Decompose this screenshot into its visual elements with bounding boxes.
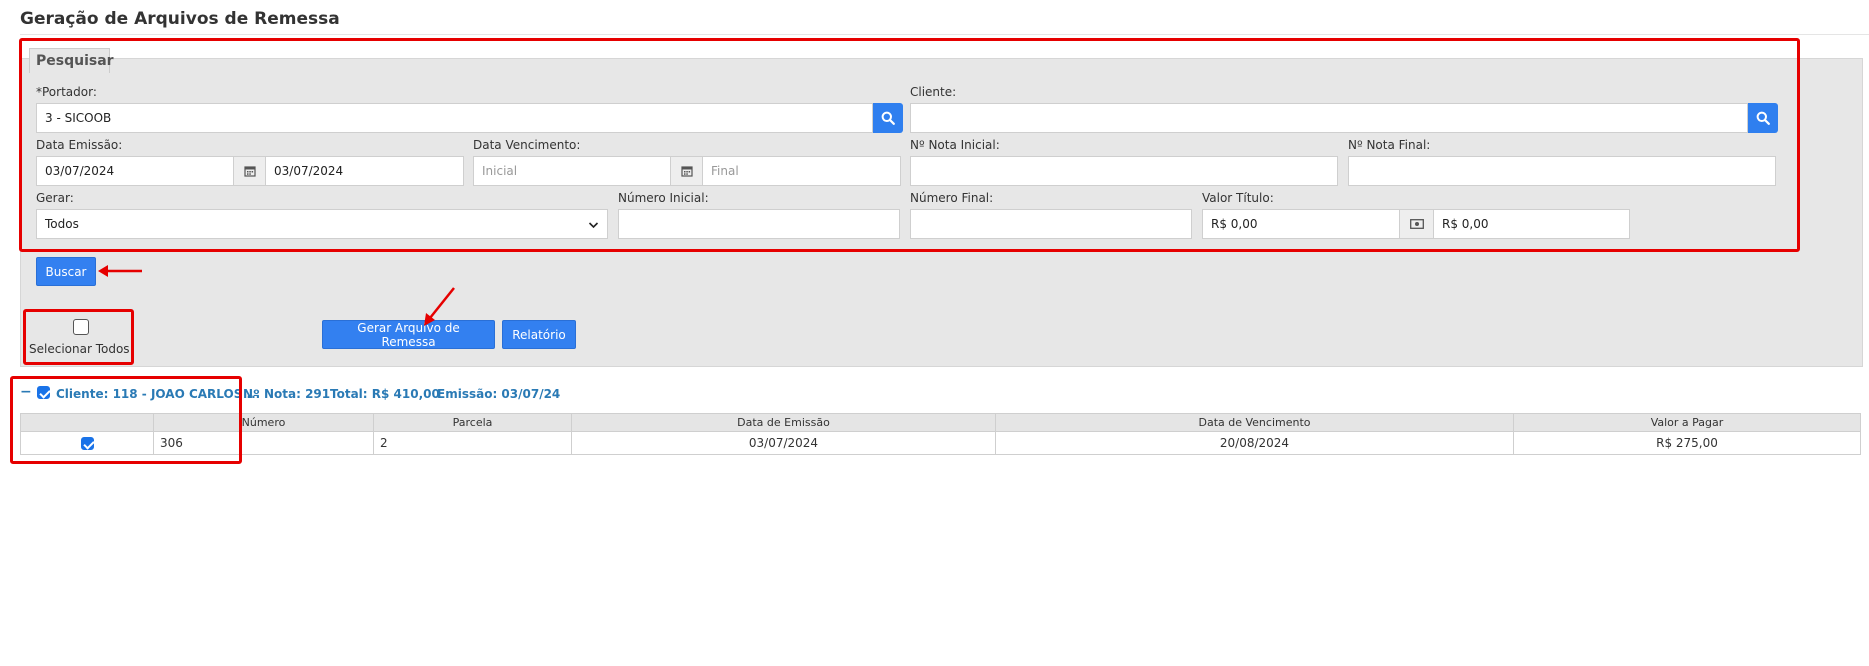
header-data-vencimento: Data de Vencimento (995, 413, 1514, 432)
chevron-down-icon (588, 215, 599, 243)
row-select-cell[interactable] (20, 431, 154, 455)
page-title: Geração de Arquivos de Remessa (20, 9, 340, 29)
relatorio-button[interactable]: Relatório (502, 320, 576, 349)
data-vencimento-start-input[interactable] (473, 156, 671, 186)
header-numero: Número (153, 413, 374, 432)
numero-inicial-input[interactable] (618, 209, 900, 239)
group-cliente-label: Cliente: 118 - JOAO CARLOS ... (56, 387, 261, 401)
nota-final-label: Nº Nota Final: (1348, 138, 1431, 152)
numero-inicial-label: Número Inicial: (618, 191, 709, 205)
title-divider (20, 34, 1869, 35)
nota-inicial-input[interactable] (910, 156, 1338, 186)
portador-search-button[interactable] (873, 103, 903, 133)
nota-final-input[interactable] (1348, 156, 1776, 186)
search-icon (881, 111, 895, 125)
cliente-search-button[interactable] (1748, 103, 1778, 133)
nota-inicial-label: Nº Nota Inicial: (910, 138, 1000, 152)
data-emissao-end-input[interactable] (265, 156, 464, 186)
valor-titulo-end-input[interactable] (1433, 209, 1630, 239)
money-icon (1409, 219, 1424, 229)
data-emissao-label: Data Emissão: (36, 138, 123, 152)
header-parcela: Parcela (373, 413, 572, 432)
calendar-addon (234, 156, 265, 186)
select-all-label: Selecionar Todos (29, 342, 130, 356)
calendar-icon (680, 166, 693, 177)
data-vencimento-label: Data Vencimento: (473, 138, 581, 152)
gerar-arquivo-remessa-button[interactable]: Gerar Arquivo de Remessa (322, 320, 495, 349)
numero-final-input[interactable] (910, 209, 1192, 239)
cliente-label: Cliente: (910, 85, 957, 99)
select-all-checkbox[interactable] (73, 319, 89, 335)
header-data-emissao: Data de Emissão (571, 413, 996, 432)
search-icon (1756, 111, 1770, 125)
table-row[interactable]: 306 2 03/07/2024 20/08/2024 R$ 275,00 (20, 431, 1861, 455)
calendar-addon (671, 156, 702, 186)
tab-pesquisar[interactable]: Pesquisar (29, 48, 114, 73)
group-emissao-label: Emissão: 03/07/24 (437, 387, 561, 401)
cell-data-emissao: 03/07/2024 (571, 431, 996, 455)
portador-input[interactable] (36, 103, 873, 133)
row-checkbox[interactable] (80, 437, 94, 450)
group-nota-label: Nº Nota: 291 (243, 387, 331, 401)
cell-valor-a-pagar: R$ 275,00 (1513, 431, 1861, 455)
cliente-input[interactable] (910, 103, 1748, 133)
data-vencimento-end-input[interactable] (702, 156, 901, 186)
gerar-selected-value: Todos (45, 217, 79, 231)
portador-label: *Portador: (36, 85, 97, 99)
data-emissao-start-input[interactable] (36, 156, 234, 186)
valor-titulo-label: Valor Título: (1202, 191, 1274, 205)
group-checkbox[interactable] (37, 386, 50, 399)
remessa-table: Número Parcela Data de Emissão Data de V… (20, 413, 1861, 455)
numero-final-label: Número Final: (910, 191, 994, 205)
header-valor-a-pagar: Valor a Pagar (1513, 413, 1861, 432)
gerar-select[interactable]: Todos (36, 209, 608, 239)
cell-data-vencimento: 20/08/2024 (995, 431, 1514, 455)
calendar-icon (243, 166, 256, 177)
money-addon (1400, 209, 1433, 239)
buscar-button[interactable]: Buscar (36, 257, 96, 286)
cell-numero: 306 (153, 431, 374, 455)
header-select (20, 413, 154, 432)
group-total-label: Total: R$ 410,00 (330, 387, 440, 401)
valor-titulo-start-input[interactable] (1202, 209, 1400, 239)
table-header-row: Número Parcela Data de Emissão Data de V… (20, 413, 1861, 432)
cell-parcela: 2 (373, 431, 572, 455)
collapse-group-button[interactable]: − (20, 384, 32, 400)
gerar-label: Gerar: (36, 191, 74, 205)
